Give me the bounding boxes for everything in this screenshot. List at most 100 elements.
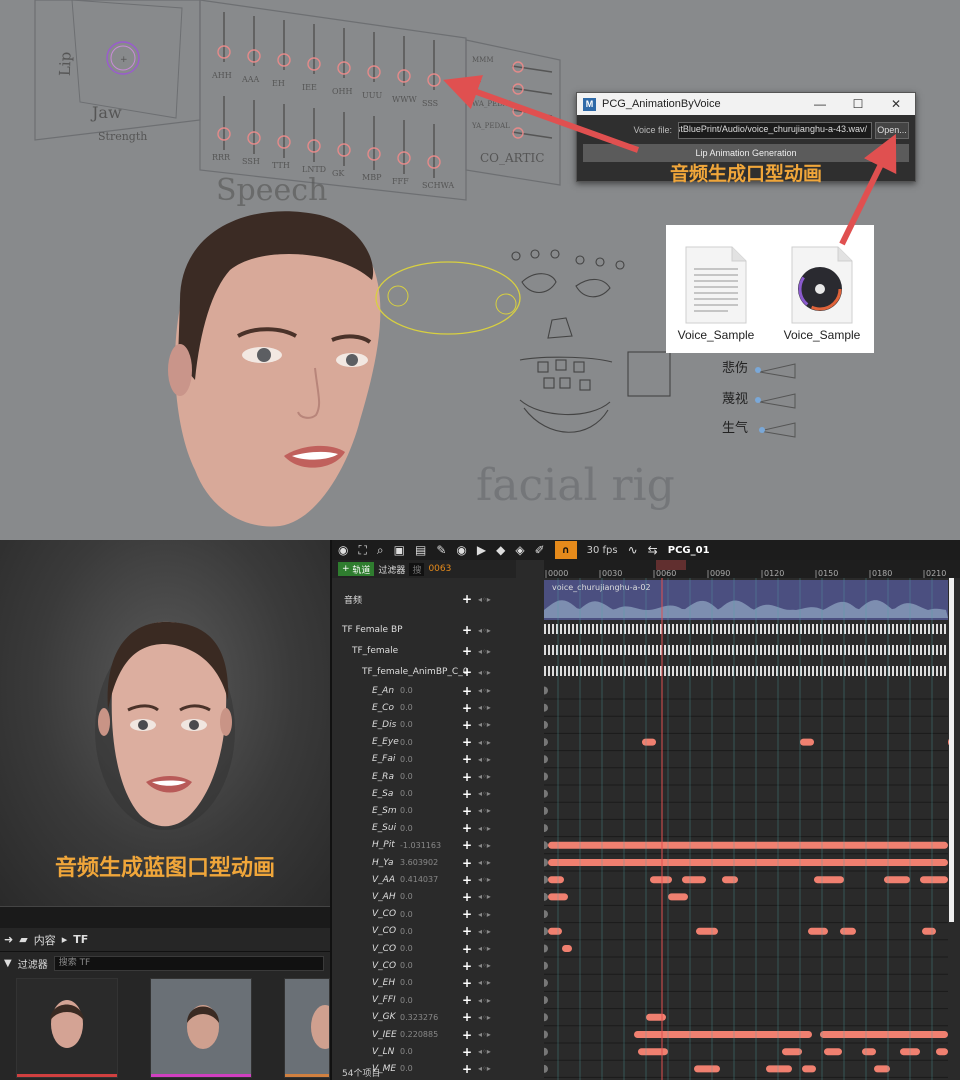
curve-track[interactable]: V_CO 0.0 + ◂◦▸ (332, 906, 516, 923)
timeline-ruler[interactable]: 0000 0030 0060 0090 0120 0150 0180 0210 (544, 560, 960, 578)
keyframe-run[interactable] (562, 945, 572, 952)
curve-track[interactable]: H_Ya 3.603902 + ◂◦▸ (332, 854, 516, 871)
curve-value[interactable]: 0.0 (400, 755, 413, 764)
keyframe-run[interactable] (696, 927, 718, 935)
curve-value[interactable]: -1.031163 (400, 841, 441, 850)
curve-track[interactable]: E_Sm 0.0 + ◂◦▸ (332, 802, 516, 819)
curve-value[interactable]: 0.0 (400, 910, 413, 919)
track-audio[interactable]: 音频 + ◂◦▸ (332, 578, 516, 620)
key-nav-icon[interactable]: ◂◦▸ (478, 772, 491, 781)
add-key-icon[interactable]: + (462, 623, 472, 637)
add-key-icon[interactable]: + (462, 592, 472, 606)
keyframe-run[interactable] (548, 876, 564, 884)
keyframe[interactable] (544, 720, 548, 729)
curve-value[interactable]: 0.0 (400, 927, 413, 936)
curve-value[interactable]: 0.323276 (400, 1013, 438, 1022)
keyframe[interactable] (544, 1064, 548, 1073)
playhead-marker[interactable] (656, 560, 686, 570)
add-key-icon[interactable]: + (462, 684, 472, 698)
keyframe-run[interactable] (668, 893, 688, 901)
keyframe[interactable] (544, 961, 548, 970)
phoneme-sliders-top[interactable]: AHH AAA EH IEE OHH UUU WWW SSS (211, 12, 441, 108)
key-nav-icon[interactable]: ◂◦▸ (478, 1013, 491, 1022)
curve-value[interactable]: 0.220885 (400, 1030, 438, 1039)
keyframe[interactable] (544, 875, 548, 884)
curve-track[interactable]: V_AH 0.0 + ◂◦▸ (332, 888, 516, 905)
curve-track[interactable]: V_GK 0.323276 + ◂◦▸ (332, 1009, 516, 1026)
add-key-icon[interactable]: + (462, 890, 472, 904)
keyframe[interactable] (544, 686, 548, 695)
track-search-input[interactable]: 搜 (409, 562, 425, 576)
open-file-button[interactable]: Open... (875, 121, 909, 139)
curve-track[interactable]: E_Co 0.0 + ◂◦▸ (332, 699, 516, 716)
add-key-icon[interactable]: + (462, 752, 472, 766)
keyframe-run[interactable] (800, 738, 814, 746)
wrench-icon[interactable]: ✎ (436, 543, 446, 557)
capture-icon[interactable]: ⛶ (358, 543, 366, 558)
track-anim-bp[interactable]: TF_female_AnimBP_C_0 + ◂◦▸ (332, 662, 516, 682)
curve-track[interactable]: E_Sui 0.0 + ◂◦▸ (332, 820, 516, 837)
key-nav-icon[interactable]: ◂◦▸ (478, 978, 491, 987)
curve-track[interactable]: V_EH 0.0 + ◂◦▸ (332, 974, 516, 991)
keyframe[interactable] (544, 772, 548, 781)
key-nav-icon[interactable]: ◂◦▸ (478, 703, 491, 712)
keyframe[interactable] (544, 978, 548, 987)
key-nav-icon[interactable]: ◂◦▸ (478, 595, 491, 604)
preview-viewport[interactable]: 音频生成蓝图口型动画 (0, 540, 330, 906)
add-key-icon[interactable]: + (462, 1010, 472, 1024)
curve-value[interactable]: 0.0 (400, 738, 413, 747)
key-nav-icon[interactable]: ◂◦▸ (478, 789, 491, 798)
key-nav-icon[interactable]: ◂◦▸ (478, 1047, 491, 1056)
key-nav-icon[interactable]: ◂◦▸ (478, 647, 491, 656)
keyframe-run[interactable] (814, 876, 844, 884)
vertical-scrollbar[interactable] (949, 578, 954, 922)
keyframe[interactable] (544, 703, 548, 712)
key-nav-icon[interactable]: ◂◦▸ (478, 841, 491, 850)
keyframe[interactable] (544, 910, 548, 919)
keyframe-run[interactable] (840, 927, 856, 935)
curve-value[interactable]: 0.0 (400, 703, 413, 712)
keyframe-run[interactable] (862, 1048, 876, 1056)
add-key-icon[interactable]: + (462, 907, 472, 921)
keyframe-run[interactable] (766, 1065, 792, 1073)
nav-arrows-icon[interactable]: ⇆ (648, 543, 658, 557)
add-key-icon[interactable]: + (462, 924, 472, 938)
coartic-sliders[interactable]: MMM FF WA_PEDAL YA_PEDAL (471, 56, 553, 139)
keyframe[interactable] (544, 858, 548, 867)
keyframe[interactable] (544, 1013, 548, 1022)
curve-track[interactable]: E_Ra 0.0 + ◂◦▸ (332, 768, 516, 785)
animation-by-voice-window[interactable]: M PCG_AnimationByVoice — ☐ ✕ Voice file:… (576, 92, 916, 185)
add-key-icon[interactable]: + (462, 644, 472, 658)
key-nav-icon[interactable]: ◂◦▸ (478, 944, 491, 953)
key-nav-icon[interactable]: ◂◦▸ (478, 626, 491, 635)
keyframe[interactable] (544, 755, 548, 764)
keyframe[interactable] (544, 806, 548, 815)
keyframe[interactable] (544, 892, 548, 901)
maximize-icon[interactable]: ☐ (839, 97, 877, 111)
curve-track[interactable]: V_FFI 0.0 + ◂◦▸ (332, 992, 516, 1009)
track-area[interactable]: voice_churujianghu-a-02 (544, 578, 954, 1080)
curve-value[interactable]: 0.0 (400, 978, 413, 987)
voice-file-input[interactable]: /Game/_TestBluePrint/Audio/voice_churuji… (678, 121, 872, 139)
curve-track[interactable]: V_IEE 0.220885 + ◂◦▸ (332, 1026, 516, 1043)
add-track-button[interactable]: + 轨道 (338, 562, 375, 576)
add-key-icon[interactable]: + (462, 959, 472, 973)
curve-value[interactable]: 0.0 (400, 944, 413, 953)
add-key-icon[interactable]: + (462, 976, 472, 990)
key-nav-icon[interactable]: ◂◦▸ (478, 668, 491, 677)
add-key-icon[interactable]: + (462, 735, 472, 749)
keyframe-run[interactable] (824, 1048, 842, 1056)
add-key-icon[interactable]: + (462, 770, 472, 784)
curve-track[interactable]: V_CO 0.0 + ◂◦▸ (332, 957, 516, 974)
key-nav-icon[interactable]: ◂◦▸ (478, 875, 491, 884)
curve-track[interactable]: H_Pit -1.031163 + ◂◦▸ (332, 837, 516, 854)
snap-magnet-icon[interactable]: ∩ (554, 541, 577, 559)
asset-thumbnail[interactable] (16, 978, 118, 1078)
keyframe[interactable] (544, 841, 548, 850)
add-key-icon[interactable]: + (462, 821, 472, 835)
back-arrow-icon[interactable]: ➜ (4, 933, 13, 946)
curve-value[interactable]: 0.0 (400, 806, 413, 815)
add-key-icon[interactable]: + (462, 701, 472, 715)
window-titlebar[interactable]: M PCG_AnimationByVoice — ☐ ✕ (577, 93, 915, 115)
key-nav-icon[interactable]: ◂◦▸ (478, 996, 491, 1005)
